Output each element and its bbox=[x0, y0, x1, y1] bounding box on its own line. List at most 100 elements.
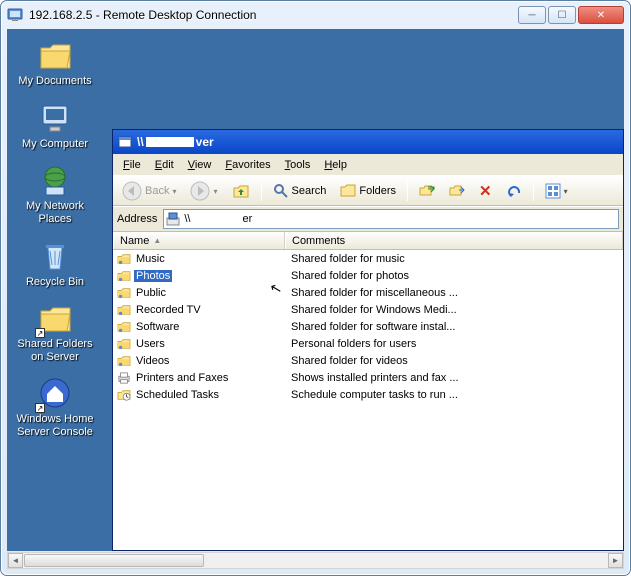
toolbar-separator bbox=[533, 181, 534, 201]
desktop-icon-my-network-places[interactable]: My Network Places bbox=[15, 162, 95, 225]
menu-favorites[interactable]: Favorites bbox=[219, 157, 276, 173]
scroll-left-button[interactable]: ◄ bbox=[8, 553, 23, 568]
forward-button[interactable]: ▾ bbox=[185, 178, 222, 204]
column-headers: Name ▲ Comments bbox=[113, 232, 623, 250]
list-item[interactable]: Photos Shared folder for photos bbox=[113, 267, 623, 284]
address-suffix: er bbox=[242, 213, 252, 225]
item-comments: Shared folder for photos bbox=[285, 270, 623, 282]
item-comments: Shows installed printers and fax ... bbox=[285, 372, 623, 384]
address-prefix: \\ bbox=[184, 213, 190, 225]
list-item[interactable]: Public Shared folder for miscellaneous ..… bbox=[113, 284, 623, 301]
folders-button[interactable]: Folders bbox=[335, 180, 401, 202]
item-name-cell: Users bbox=[113, 338, 285, 350]
views-button[interactable]: ▾ bbox=[540, 180, 573, 202]
folder-icon bbox=[37, 37, 73, 73]
rdc-window: 192.168.2.5 - Remote Desktop Connection … bbox=[0, 0, 631, 576]
item-name-cell: Photos bbox=[113, 270, 285, 282]
desktop-icon-label: Windows Home Server Console bbox=[15, 413, 95, 438]
explorer-window: \\ ver FileEditViewFavoritesToolsHelp Ba… bbox=[112, 129, 624, 551]
titlebar[interactable]: 192.168.2.5 - Remote Desktop Connection … bbox=[1, 1, 630, 29]
explorer-icon bbox=[117, 134, 133, 150]
up-button[interactable] bbox=[227, 179, 255, 203]
item-comments: Schedule computer tasks to run ... bbox=[285, 389, 623, 401]
move-to-button[interactable] bbox=[414, 180, 440, 202]
item-name-cell: Videos bbox=[113, 355, 285, 367]
item-comments: Shared folder for miscellaneous ... bbox=[285, 287, 623, 299]
address-input[interactable] bbox=[256, 213, 616, 225]
undo-icon bbox=[506, 183, 522, 199]
forward-arrow-icon bbox=[190, 181, 210, 201]
dropdown-icon: ▾ bbox=[213, 187, 217, 196]
desktop-icon-label: My Network Places bbox=[15, 200, 95, 225]
desktop-icon-shared-folders-on-server[interactable]: ↗Shared Folders on Server bbox=[15, 300, 95, 363]
item-name-cell: Printers and Faxes bbox=[113, 372, 285, 384]
close-button[interactable]: ✕ bbox=[578, 6, 624, 24]
desktop-icon-windows-home-server-console[interactable]: ↗Windows Home Server Console bbox=[15, 375, 95, 438]
item-name: Recorded TV bbox=[134, 304, 203, 316]
undo-button[interactable] bbox=[501, 180, 527, 202]
move-to-icon bbox=[419, 183, 435, 199]
dropdown-icon: ▾ bbox=[564, 187, 568, 196]
item-name: Users bbox=[134, 338, 167, 350]
list-item[interactable]: Printers and Faxes Shows installed printe… bbox=[113, 369, 623, 386]
toolbar: Back ▾ ▾ Search Folders bbox=[113, 176, 623, 206]
list-item[interactable]: Recorded TV Shared folder for Windows Med… bbox=[113, 301, 623, 318]
back-button[interactable]: Back ▾ bbox=[117, 178, 181, 204]
explorer-title-redacted bbox=[146, 137, 194, 147]
remote-desktop[interactable]: My Documents My Computer My Network Places… bbox=[7, 29, 624, 551]
item-comments: Shared folder for software instal... bbox=[285, 321, 623, 333]
copy-to-icon bbox=[449, 183, 465, 199]
address-bar: Address \\ er bbox=[113, 206, 623, 232]
minimize-button[interactable]: ─ bbox=[518, 6, 546, 24]
item-name: Printers and Faxes bbox=[134, 372, 230, 384]
delete-icon: ✕ bbox=[479, 182, 492, 200]
column-comments[interactable]: Comments bbox=[285, 232, 623, 249]
shortcut-badge-icon: ↗ bbox=[35, 328, 45, 338]
back-arrow-icon bbox=[122, 181, 142, 201]
desktop-icons: My Documents My Computer My Network Places… bbox=[15, 37, 95, 439]
item-name: Public bbox=[134, 287, 168, 299]
menu-tools[interactable]: Tools bbox=[279, 157, 317, 173]
sort-asc-icon: ▲ bbox=[153, 236, 161, 245]
shortcut-badge-icon: ↗ bbox=[35, 403, 45, 413]
item-name-cell: Software bbox=[113, 321, 285, 333]
maximize-button[interactable]: ☐ bbox=[548, 6, 576, 24]
item-name: Scheduled Tasks bbox=[134, 389, 221, 401]
search-button[interactable]: Search bbox=[268, 180, 332, 202]
file-list[interactable]: MusicShared folder for music Photos Shared… bbox=[113, 250, 623, 550]
address-label: Address bbox=[117, 213, 157, 225]
item-name-cell: Music bbox=[113, 253, 285, 265]
scroll-thumb[interactable] bbox=[24, 554, 204, 567]
item-name: Photos bbox=[134, 270, 172, 282]
desktop-icon-my-documents[interactable]: My Documents bbox=[15, 37, 95, 88]
menu-help[interactable]: Help bbox=[318, 157, 353, 173]
explorer-titlebar[interactable]: \\ ver bbox=[113, 130, 623, 154]
desktop-icon-recycle-bin[interactable]: Recycle Bin bbox=[15, 238, 95, 289]
copy-to-button[interactable] bbox=[444, 180, 470, 202]
home-shortcut-icon: ↗ bbox=[37, 375, 73, 411]
window-title: 192.168.2.5 - Remote Desktop Connection bbox=[29, 8, 516, 22]
menu-edit[interactable]: Edit bbox=[149, 157, 180, 173]
folder-shortcut-icon: ↗ bbox=[37, 300, 73, 336]
scroll-right-button[interactable]: ► bbox=[608, 553, 623, 568]
item-name: Videos bbox=[134, 355, 171, 367]
horizontal-scrollbar[interactable]: ◄ ► bbox=[7, 552, 624, 569]
item-comments: Shared folder for Windows Medi... bbox=[285, 304, 623, 316]
list-item[interactable]: MusicShared folder for music bbox=[113, 250, 623, 267]
address-field[interactable]: \\ er bbox=[163, 209, 619, 229]
item-name-cell: Recorded TV bbox=[113, 304, 285, 316]
list-item[interactable]: Users Personal folders for users bbox=[113, 335, 623, 352]
desktop-icon-my-computer[interactable]: My Computer bbox=[15, 100, 95, 151]
menu-bar: FileEditViewFavoritesToolsHelp bbox=[113, 154, 623, 176]
menu-file[interactable]: File bbox=[117, 157, 147, 173]
rdc-icon bbox=[7, 7, 23, 23]
list-item[interactable]: Scheduled Tasks Schedule computer tasks t… bbox=[113, 386, 623, 403]
delete-button[interactable]: ✕ bbox=[474, 179, 497, 203]
item-name-cell: Scheduled Tasks bbox=[113, 389, 285, 401]
menu-view[interactable]: View bbox=[182, 157, 218, 173]
list-item[interactable]: SoftwareShared folder for software insta… bbox=[113, 318, 623, 335]
column-name[interactable]: Name ▲ bbox=[113, 232, 285, 249]
list-item[interactable]: VideosShared folder for videos bbox=[113, 352, 623, 369]
desktop-icon-label: My Computer bbox=[22, 138, 88, 151]
item-comments: Personal folders for users bbox=[285, 338, 623, 350]
